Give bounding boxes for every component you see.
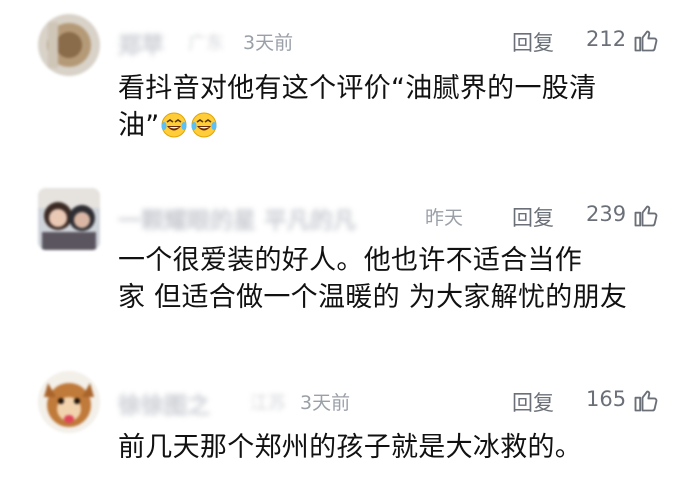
username[interactable]: 徐徐图之 [118,386,210,420]
reply-button[interactable]: 回复 [512,387,554,417]
comment-text: 看抖音对他有这个评价“油腻界的一股清 油” [118,70,678,144]
avatar[interactable] [38,371,100,433]
timestamp: 3天前 [243,32,294,54]
reply-button[interactable]: 回复 [512,27,554,57]
comment-item: 一颗耀眼的星 平凡的凡 昨天 回复 239 一个很爱装的好人。他也许不适合当作 … [0,170,700,340]
comment-item: 徐徐图之 江苏 3天前 回复 165 前几天那个郑州的孩子就是大冰救的。 [0,345,700,480]
comment-text: 前几天那个郑州的孩子就是大冰救的。 [118,432,583,463]
like-count: 239 [586,202,627,226]
reply-button[interactable]: 回复 [512,202,554,232]
timestamp: 昨天 [425,207,464,229]
comment-item: 郑苹 广东 3天前 回复 212 看抖音对他有这个评价“油腻界的一股清 油” [0,0,700,165]
laughing-tears-icon [190,111,218,139]
thumbs-up-icon[interactable] [632,201,660,229]
thumbs-up-icon[interactable] [632,26,660,54]
avatar[interactable] [38,188,100,250]
location: 广东 [188,33,224,54]
laughing-tears-icon [160,111,188,139]
comment-text: 一个很爱装的好人。他也许不适合当作 家 但适合做一个温暖的 为大家解忧的朋友 [118,245,628,313]
like-count: 165 [586,387,627,411]
timestamp: 3天前 [300,392,351,414]
avatar[interactable] [38,14,100,76]
location: 江苏 [250,393,286,414]
username[interactable]: 郑苹 [118,26,164,60]
like-count: 212 [586,27,627,51]
thumbs-up-icon[interactable] [632,386,660,414]
username[interactable]: 一颗耀眼的星 平凡的凡 [118,201,356,235]
